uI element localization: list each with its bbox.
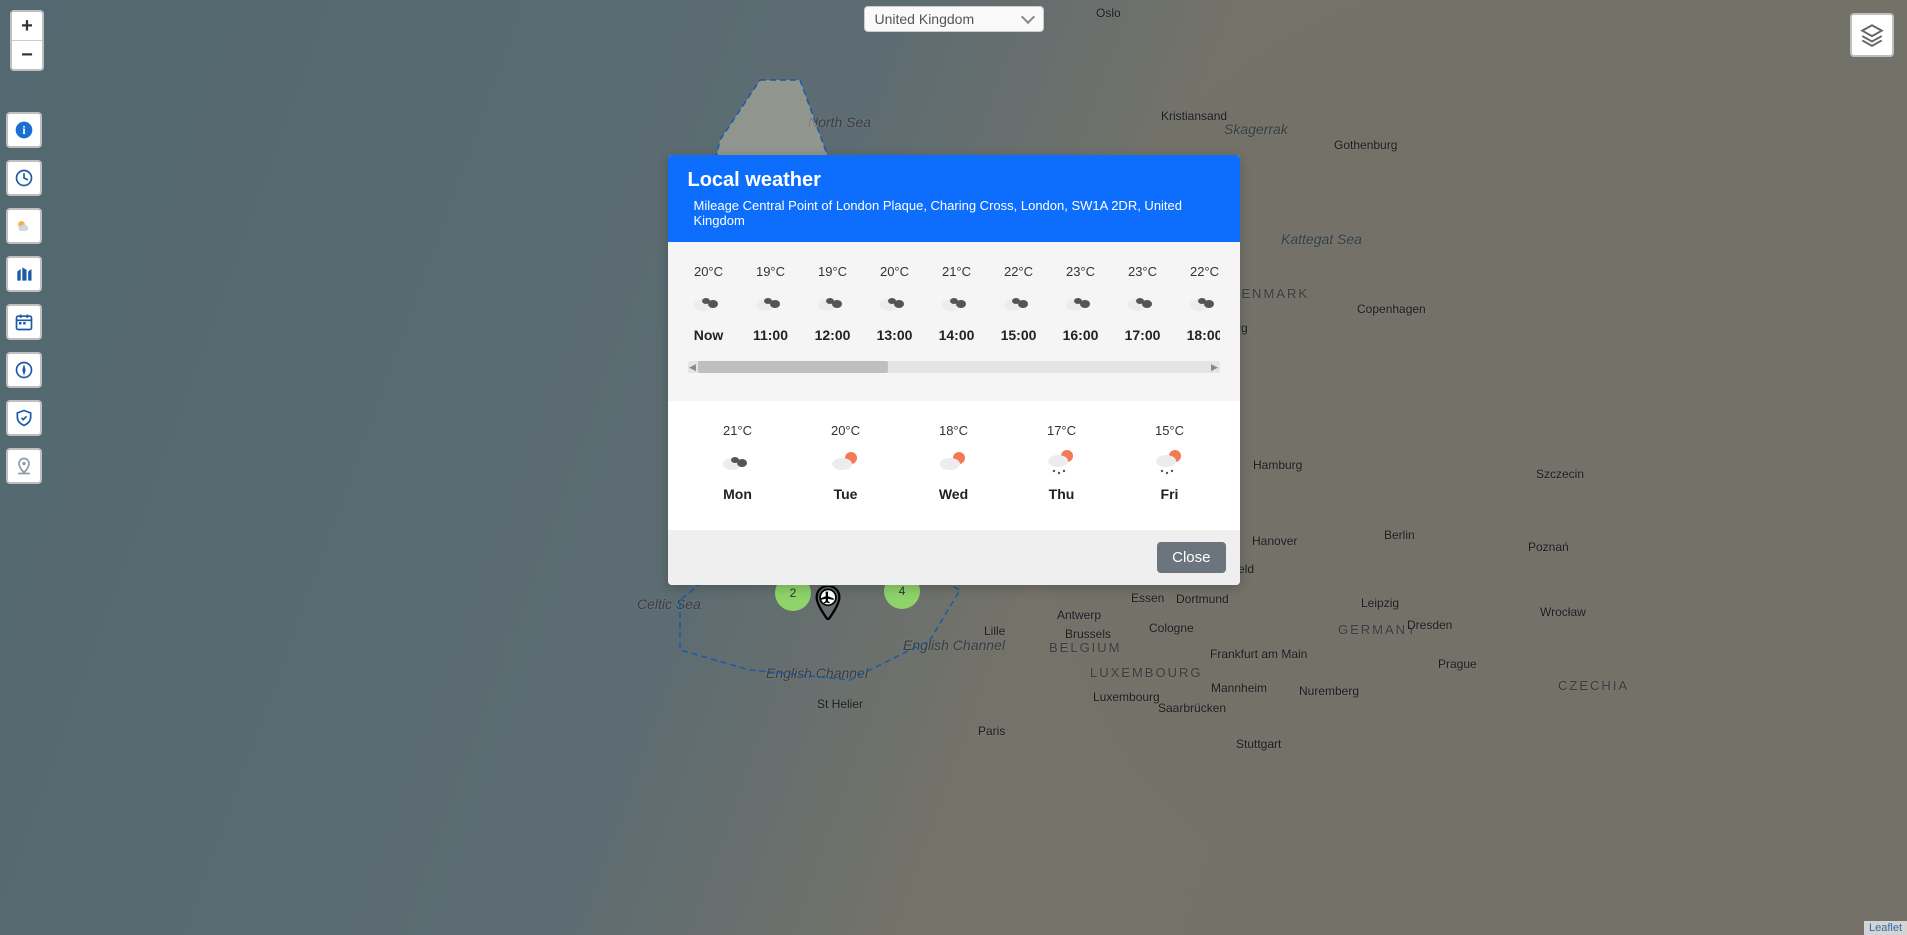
hourly-time: 14:00 (936, 327, 978, 343)
hourly-card: 22°C 15:00 (998, 264, 1040, 343)
hourly-card: 19°C 12:00 (812, 264, 854, 343)
compass-button[interactable] (6, 352, 42, 388)
daily-card: 15°C Fri (1140, 423, 1200, 502)
daily-card: 20°C Tue (816, 423, 876, 502)
daily-temp: 18°C (924, 423, 984, 438)
scroll-thumb[interactable] (698, 361, 888, 373)
hourly-scrollbar[interactable]: ◀ ▶ (688, 361, 1220, 373)
daily-name: Fri (1140, 486, 1200, 502)
daily-card: 17°C Thu (1032, 423, 1092, 502)
daily-temp: 21°C (708, 423, 768, 438)
hourly-card: 19°C 11:00 (750, 264, 792, 343)
info-button[interactable]: i (6, 112, 42, 148)
modal-subtitle: Mileage Central Point of London Plaque, … (694, 198, 1220, 228)
hourly-temp: 20°C (874, 264, 916, 279)
zoom-in-button[interactable]: + (12, 12, 42, 41)
modal-title: Local weather (688, 169, 1220, 192)
weather-icon (816, 450, 876, 476)
hourly-temp: 22°C (998, 264, 1040, 279)
hourly-card: 20°C 13:00 (874, 264, 916, 343)
weather-icon (1140, 450, 1200, 476)
weather-icon (1060, 291, 1102, 317)
hourly-temp: 22°C (1184, 264, 1220, 279)
modal-header: Local weather Mileage Central Point of L… (668, 155, 1240, 242)
hourly-temp: 19°C (812, 264, 854, 279)
shield-button[interactable] (6, 400, 42, 436)
weather-icon (750, 291, 792, 317)
weather-icon (874, 291, 916, 317)
hourly-card: 23°C 16:00 (1060, 264, 1102, 343)
country-select-value: United Kingdom (875, 11, 975, 27)
hourly-card: 21°C 14:00 (936, 264, 978, 343)
country-select[interactable]: United Kingdom (864, 6, 1044, 32)
zoom-control: + − (10, 10, 44, 71)
hourly-time: 18:00 (1184, 327, 1220, 343)
weather-icon (998, 291, 1040, 317)
daily-temp: 15°C (1140, 423, 1200, 438)
weather-icon (688, 291, 730, 317)
weather-icon (936, 291, 978, 317)
daily-name: Thu (1032, 486, 1092, 502)
hourly-time: Now (688, 327, 730, 343)
hourly-temp: 21°C (936, 264, 978, 279)
modal-body: 20°C Now 19°C 11:00 19°C 12:00 20°C 13:00 21°C 14… (668, 242, 1240, 530)
hourly-temp: 19°C (750, 264, 792, 279)
hourly-time: 15:00 (998, 327, 1040, 343)
zoom-out-button[interactable]: − (12, 41, 42, 69)
daily-name: Tue (816, 486, 876, 502)
weather-icon (1032, 450, 1092, 476)
scroll-left-button[interactable]: ◀ (688, 361, 698, 373)
left-toolbar: i (6, 112, 42, 496)
daily-temp: 17°C (1032, 423, 1092, 438)
hourly-time: 11:00 (750, 327, 792, 343)
weather-modal: Local weather Mileage Central Point of L… (668, 155, 1240, 585)
scroll-right-button[interactable]: ▶ (1210, 361, 1220, 373)
daily-temp: 20°C (816, 423, 876, 438)
weather-icon (1122, 291, 1164, 317)
hourly-time: 16:00 (1060, 327, 1102, 343)
layers-button[interactable] (1850, 13, 1894, 57)
hourly-card: 20°C Now (688, 264, 730, 343)
weather-button[interactable] (6, 208, 42, 244)
daily-name: Mon (708, 486, 768, 502)
hourly-temp: 23°C (1060, 264, 1102, 279)
daily-forecast-row: 21°C Mon 20°C Tue 18°C Wed 17°C Thu 15°C Fri (668, 401, 1240, 530)
hourly-forecast-row: 20°C Now 19°C 11:00 19°C 12:00 20°C 13:00 21°C 14… (688, 264, 1220, 343)
location-button[interactable] (6, 448, 42, 484)
places-button[interactable] (6, 256, 42, 292)
hourly-temp: 23°C (1122, 264, 1164, 279)
daily-card: 18°C Wed (924, 423, 984, 502)
hourly-time: 13:00 (874, 327, 916, 343)
layers-icon (1859, 22, 1885, 48)
map-attribution: Leaflet (1864, 921, 1907, 935)
daily-card: 21°C Mon (708, 423, 768, 502)
modal-footer: Close (668, 530, 1240, 585)
hourly-card: 23°C 17:00 (1122, 264, 1164, 343)
weather-icon (812, 291, 854, 317)
time-button[interactable] (6, 160, 42, 196)
hourly-time: 12:00 (812, 327, 854, 343)
weather-icon (1184, 291, 1220, 317)
weather-icon (708, 450, 768, 476)
hourly-time: 17:00 (1122, 327, 1164, 343)
calendar-button[interactable] (6, 304, 42, 340)
weather-icon (924, 450, 984, 476)
close-button[interactable]: Close (1157, 542, 1225, 573)
airport-marker[interactable] (814, 586, 842, 625)
leaflet-link[interactable]: Leaflet (1869, 922, 1902, 934)
hourly-card: 22°C 18:00 (1184, 264, 1220, 343)
hourly-temp: 20°C (688, 264, 730, 279)
daily-name: Wed (924, 486, 984, 502)
